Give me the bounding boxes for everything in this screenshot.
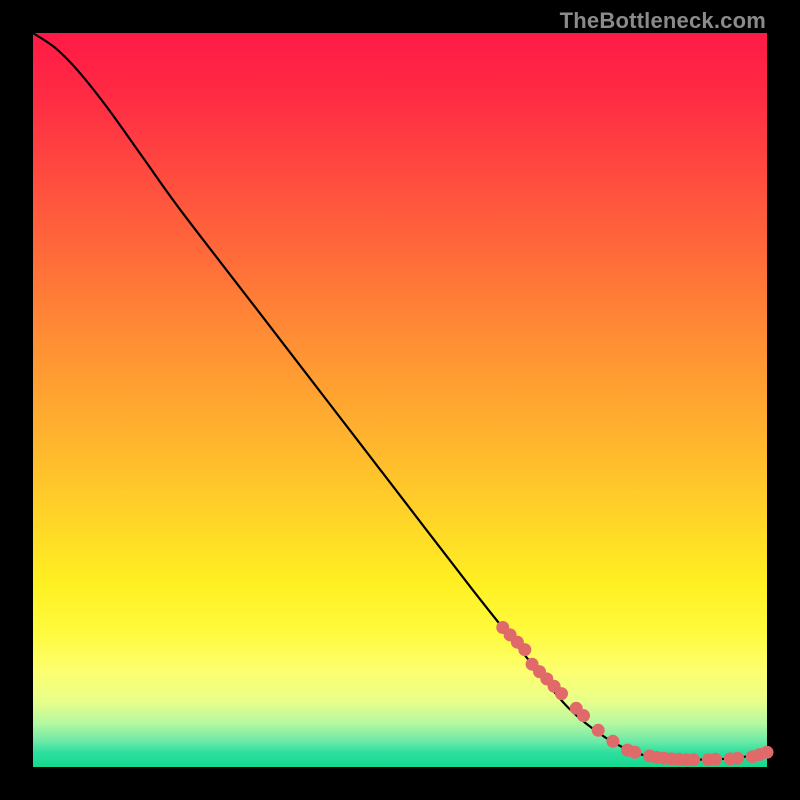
source-watermark: TheBottleneck.com [560, 8, 766, 34]
bottleneck-curve [33, 33, 767, 760]
data-marker [709, 753, 722, 766]
data-marker [687, 753, 700, 766]
data-marker [606, 735, 619, 748]
data-marker [731, 752, 744, 765]
data-marker [577, 709, 590, 722]
marker-group [496, 621, 773, 766]
chart-frame: TheBottleneck.com [0, 0, 800, 800]
data-marker [761, 746, 774, 759]
chart-svg [33, 33, 767, 767]
plot-area [33, 33, 767, 767]
data-marker [555, 687, 568, 700]
data-marker [628, 746, 641, 759]
data-marker [592, 724, 605, 737]
data-marker [518, 643, 531, 656]
